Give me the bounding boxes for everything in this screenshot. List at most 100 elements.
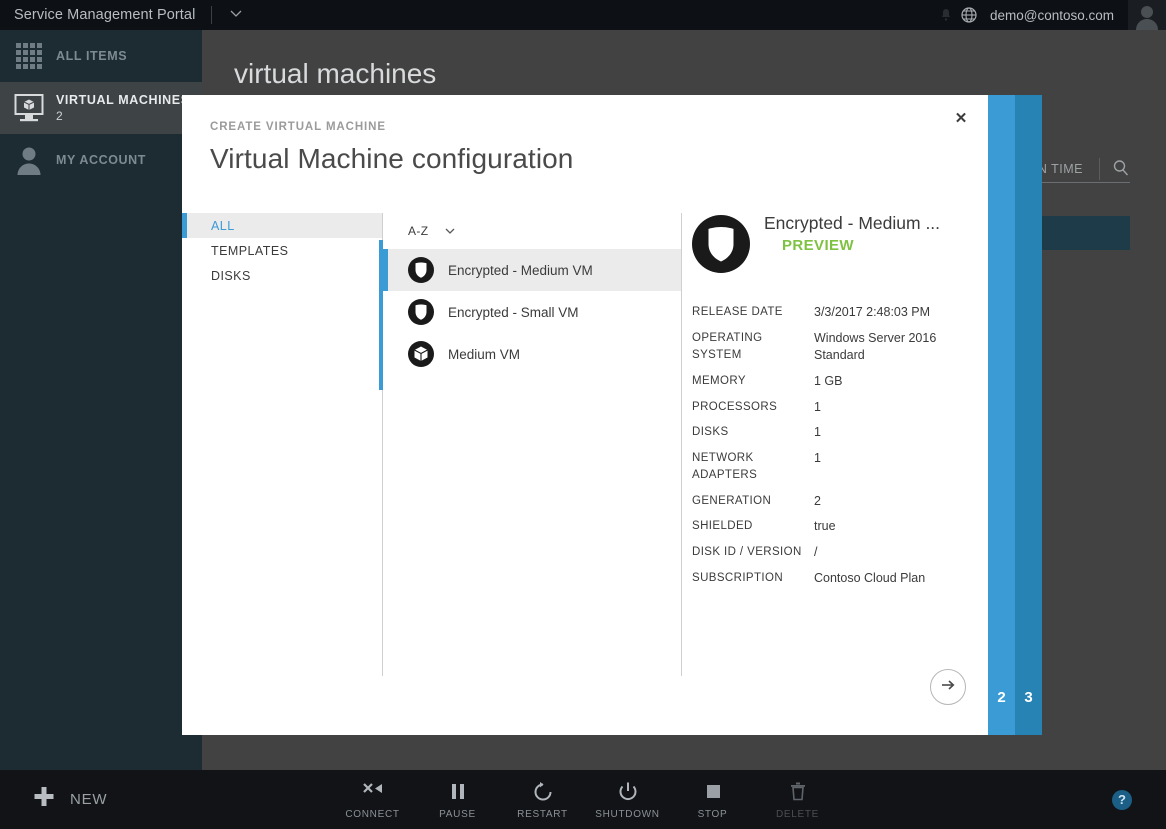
detail-value: Contoso Cloud Plan [814, 570, 925, 587]
tool-label: STOP [698, 809, 728, 820]
detail-value: 3/3/2017 2:48:03 PM [814, 304, 930, 321]
pause-button[interactable]: PAUSE [415, 770, 500, 829]
stop-button[interactable]: STOP [670, 770, 755, 829]
sidebar-item-label: MY ACCOUNT [56, 153, 146, 167]
trash-icon [788, 780, 808, 804]
tool-label: CONNECT [345, 809, 399, 820]
plus-icon [32, 785, 56, 814]
avatar[interactable] [1128, 0, 1166, 30]
close-icon[interactable]: ✕ [948, 105, 974, 131]
dialog-nav-label: ALL [211, 219, 235, 233]
list-item[interactable]: Medium VM [383, 333, 681, 375]
list-item[interactable]: Encrypted - Small VM [383, 291, 681, 333]
list-item-name: Medium VM [448, 347, 520, 362]
dialog-nav-label: TEMPLATES [211, 244, 288, 258]
sidebar-item-vm-labels: VIRTUAL MACHINES 2 [56, 93, 190, 123]
power-icon [617, 780, 639, 804]
detail-row-memory: MEMORY 1 GB [692, 373, 988, 390]
monitor-vm-icon [14, 93, 56, 123]
sidebar-item-label: ALL ITEMS [56, 49, 127, 63]
detail-value: 2 [814, 493, 821, 510]
cube-icon [408, 341, 434, 367]
pause-icon [448, 780, 468, 804]
next-button[interactable] [930, 669, 966, 705]
wizard-step-2[interactable]: 2 [988, 95, 1015, 735]
sidebar-item-all-items-labels: ALL ITEMS [56, 49, 127, 63]
detail-value: 1 [814, 424, 821, 441]
stop-icon [703, 780, 723, 804]
detail-key: RELEASE DATE [692, 304, 814, 321]
dialog-nav-item-disks[interactable]: DISKS [182, 263, 382, 288]
bottom-toolbar: NEW CONNECT PAUSE RESTART [0, 770, 1166, 829]
detail-key: PROCESSORS [692, 399, 814, 416]
create-virtual-machine-dialog: ✕ CREATE VIRTUAL MACHINE Virtual Machine… [182, 95, 988, 735]
detail-key: DISK ID / VERSION [692, 544, 814, 561]
person-icon [14, 145, 56, 175]
new-label: NEW [70, 791, 107, 808]
detail-key: NETWORK ADAPTERS [692, 450, 814, 483]
notification-icon[interactable] [938, 7, 954, 23]
connect-icon [361, 780, 385, 804]
dialog-detail-panel: Encrypted - Medium ... PREVIEW RELEASE D… [682, 213, 988, 683]
sidebar-item-label: VIRTUAL MACHINES [56, 93, 190, 107]
wizard-step-number: 2 [997, 689, 1005, 706]
dialog-nav-item-templates[interactable]: TEMPLATES [182, 238, 382, 263]
sidebar-item-my-account[interactable]: MY ACCOUNT [0, 134, 202, 186]
list-item[interactable]: Encrypted - Medium VM [383, 249, 681, 291]
connect-button[interactable]: CONNECT [330, 770, 415, 829]
shield-icon [408, 257, 434, 283]
detail-row-release-date: RELEASE DATE 3/3/2017 2:48:03 PM [692, 304, 988, 321]
status-badge: PREVIEW [764, 237, 940, 254]
dialog-title: Virtual Machine configuration [210, 143, 573, 175]
wizard-step-3[interactable]: 3 [1015, 95, 1042, 735]
detail-value: 1 GB [814, 373, 843, 390]
help-label: ? [1118, 792, 1126, 807]
detail-key: MEMORY [692, 373, 814, 390]
detail-row-generation: GENERATION 2 [692, 493, 988, 510]
detail-row-subscription: SUBSCRIPTION Contoso Cloud Plan [692, 570, 988, 587]
search-icon[interactable] [1112, 159, 1130, 180]
sort-label: A-Z [408, 224, 429, 238]
detail-key: DISKS [692, 424, 814, 441]
restart-button[interactable]: RESTART [500, 770, 585, 829]
arrow-right-icon [938, 675, 958, 700]
new-button[interactable]: NEW [32, 785, 107, 814]
shield-icon [692, 215, 750, 278]
help-icon[interactable]: ? [1112, 790, 1132, 810]
dialog-nav-item-all[interactable]: ALL [182, 213, 382, 238]
detail-header: Encrypted - Medium ... PREVIEW [692, 213, 988, 278]
detail-value: Windows Server 2016 Standard [814, 330, 988, 364]
restart-icon [532, 780, 554, 804]
delete-button: DELETE [755, 770, 840, 829]
detail-row-operating-system: OPERATING SYSTEM Windows Server 2016 Sta… [692, 330, 988, 364]
dialog-eyebrow: CREATE VIRTUAL MACHINE [210, 121, 386, 133]
topbar-right-group: demo@contoso.com [938, 0, 1166, 30]
topbar-divider [211, 6, 212, 24]
dialog-nav-label: DISKS [211, 269, 251, 283]
globe-icon[interactable] [960, 6, 978, 24]
vm-action-group: CONNECT PAUSE RESTART SHUTDOWN [330, 770, 840, 829]
sidebar-item-my-account-labels: MY ACCOUNT [56, 153, 146, 167]
detail-value: 1 [814, 450, 821, 483]
detail-row-processors: PROCESSORS 1 [692, 399, 988, 416]
grid-header-divider [1099, 158, 1100, 180]
user-email[interactable]: demo@contoso.com [990, 8, 1114, 23]
tool-label: PAUSE [439, 809, 476, 820]
portal-window: Service Management Portal demo@contoso.c… [0, 0, 1166, 829]
grid-icon [14, 41, 56, 71]
detail-title-block: Encrypted - Medium ... PREVIEW [764, 213, 940, 254]
sort-control[interactable]: A-Z [383, 213, 681, 249]
sidebar-item-virtual-machines[interactable]: VIRTUAL MACHINES 2 [0, 82, 202, 134]
detail-key: SHIELDED [692, 518, 814, 535]
detail-row-shielded: SHIELDED true [692, 518, 988, 535]
detail-row-disks: DISKS 1 [692, 424, 988, 441]
chevron-down-icon[interactable] [443, 224, 457, 238]
detail-row-disk-id-version: DISK ID / VERSION / [692, 544, 988, 561]
page-title: virtual machines [234, 58, 436, 90]
sidebar-item-all-items[interactable]: ALL ITEMS [0, 30, 202, 82]
detail-value: / [814, 544, 817, 561]
chevron-down-icon[interactable] [228, 5, 244, 26]
shutdown-button[interactable]: SHUTDOWN [585, 770, 670, 829]
dialog-item-list: A-Z Encrypted - Medium VM Encrypted - Sm… [383, 213, 681, 683]
tool-label: DELETE [776, 809, 819, 820]
